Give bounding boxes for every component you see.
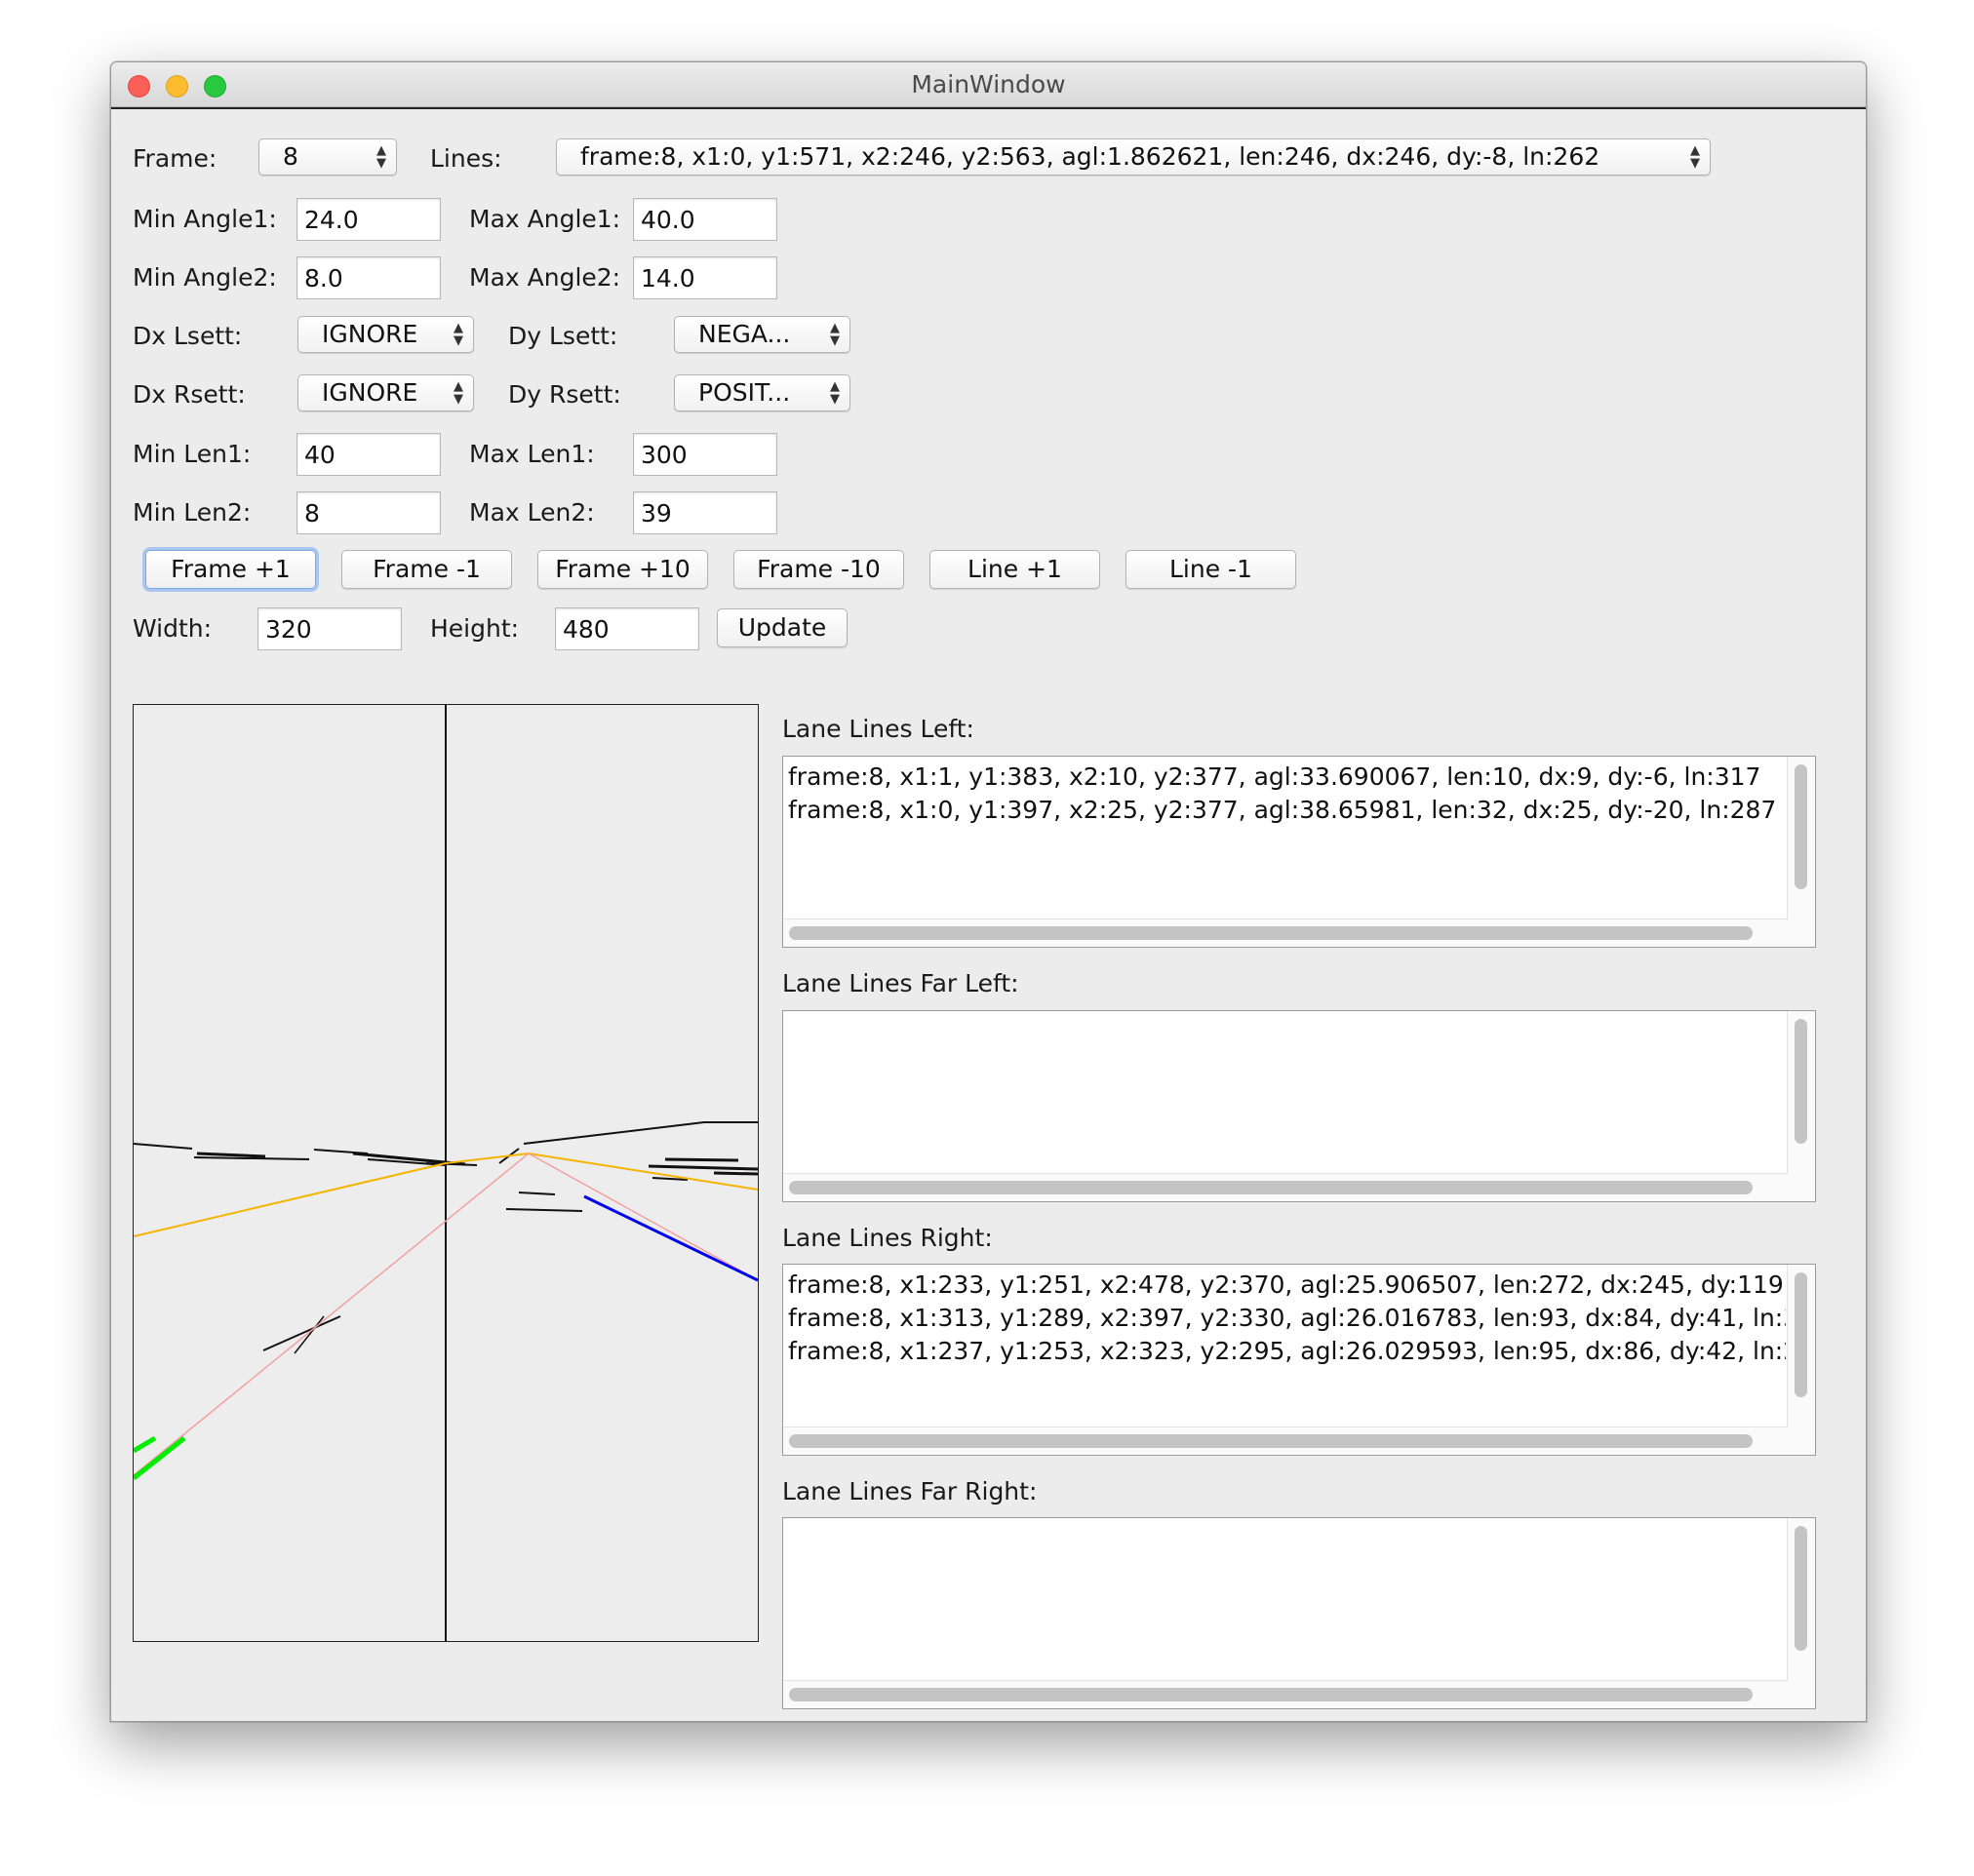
updown-arrows-icon: ▲ ▼ bbox=[376, 143, 386, 171]
dx-rsett-label: Dx Rsett: bbox=[133, 380, 246, 409]
segment bbox=[523, 1121, 705, 1145]
list-item: frame:8, x1:0, y1:397, x2:25, y2:377, ag… bbox=[788, 796, 1777, 824]
min-len1-label: Min Len1: bbox=[133, 440, 252, 468]
list-item: frame:8, x1:237, y1:253, x2:323, y2:295,… bbox=[788, 1337, 1786, 1365]
max-len1-label: Max Len1: bbox=[469, 440, 595, 468]
dx-lsett-select[interactable]: IGNORE ▲ ▼ bbox=[297, 316, 474, 353]
dx-lsett-label: Dx Lsett: bbox=[133, 322, 243, 350]
dx-lsett-value: IGNORE bbox=[322, 320, 418, 348]
frame-select[interactable]: 8 ▲ ▼ bbox=[258, 138, 397, 176]
dy-lsett-value: NEGA... bbox=[698, 320, 791, 348]
dy-rsett-select[interactable]: POSIT... ▲ ▼ bbox=[674, 374, 850, 411]
vertical-scrollbar[interactable] bbox=[1787, 1011, 1815, 1174]
lines-select-value: frame:8, x1:0, y1:571, x2:246, y2:563, a… bbox=[580, 142, 1600, 171]
horizontal-scrollbar[interactable] bbox=[783, 1427, 1788, 1455]
min-len2-input[interactable]: 8 bbox=[296, 491, 441, 534]
blue-lane-line bbox=[583, 1194, 758, 1282]
max-len2-label: Max Len2: bbox=[469, 498, 595, 527]
lines-label: Lines: bbox=[430, 144, 502, 173]
lane-lines-right-panel[interactable]: frame:8, x1:233, y1:251, x2:478, y2:370,… bbox=[782, 1264, 1816, 1456]
min-angle2-label: Min Angle2: bbox=[133, 263, 277, 292]
horizontal-scrollbar[interactable] bbox=[783, 1680, 1788, 1708]
title-bar: MainWindow bbox=[111, 62, 1866, 107]
height-label: Height: bbox=[430, 614, 520, 643]
frame-select-value: 8 bbox=[283, 142, 298, 171]
min-angle1-input[interactable]: 24.0 bbox=[296, 198, 441, 241]
list-item: frame:8, x1:233, y1:251, x2:478, y2:370,… bbox=[788, 1270, 1786, 1299]
vertical-scrollbar[interactable] bbox=[1787, 757, 1815, 919]
segment bbox=[134, 1143, 193, 1150]
update-button[interactable]: Update bbox=[717, 608, 848, 647]
min-len2-label: Min Len2: bbox=[133, 498, 252, 527]
lane-lines-far-right-panel[interactable] bbox=[782, 1517, 1816, 1709]
lane-lines-far-left-panel[interactable] bbox=[782, 1010, 1816, 1202]
segment bbox=[664, 1157, 739, 1162]
line-plus-1-button[interactable]: Line +1 bbox=[929, 550, 1100, 589]
width-input[interactable]: 320 bbox=[257, 607, 402, 650]
segment bbox=[196, 1152, 266, 1158]
lines-select[interactable]: frame:8, x1:0, y1:571, x2:246, y2:563, a… bbox=[556, 138, 1711, 176]
max-angle1-label: Max Angle1: bbox=[469, 205, 621, 233]
lane-lines-far-left-title: Lane Lines Far Left: bbox=[782, 969, 1019, 997]
green-segment bbox=[134, 1435, 157, 1454]
height-input[interactable]: 480 bbox=[555, 607, 699, 650]
dy-rsett-value: POSIT... bbox=[698, 378, 791, 407]
max-len2-input[interactable]: 39 bbox=[633, 491, 777, 534]
line-preview-canvas bbox=[133, 704, 759, 1642]
max-angle2-input[interactable]: 14.0 bbox=[633, 256, 777, 299]
horizontal-scrollbar[interactable] bbox=[783, 1173, 1788, 1201]
dy-lsett-label: Dy Lsett: bbox=[508, 322, 618, 350]
vertical-scrollbar[interactable] bbox=[1787, 1265, 1815, 1427]
frame-plus-10-button[interactable]: Frame +10 bbox=[537, 550, 708, 589]
content-area: Frame: 8 ▲ ▼ Lines: frame:8, x1:0, y1:571… bbox=[111, 107, 1866, 1721]
dx-rsett-value: IGNORE bbox=[322, 378, 418, 407]
line-minus-1-button[interactable]: Line -1 bbox=[1125, 550, 1296, 589]
updown-arrows-icon: ▲ ▼ bbox=[1690, 143, 1700, 171]
segment bbox=[262, 1315, 341, 1351]
frame-plus-1-button[interactable]: Frame +1 bbox=[145, 550, 316, 589]
segment bbox=[648, 1164, 758, 1171]
updown-arrows-icon: ▲ ▼ bbox=[830, 379, 840, 407]
lane-lines-right-title: Lane Lines Right: bbox=[782, 1224, 993, 1252]
max-angle2-label: Max Angle2: bbox=[469, 263, 621, 292]
min-angle1-label: Min Angle1: bbox=[133, 205, 277, 233]
segment bbox=[505, 1208, 583, 1212]
lane-lines-left-panel[interactable]: frame:8, x1:1, y1:383, x2:10, y2:377, ag… bbox=[782, 756, 1816, 948]
line-plot bbox=[134, 705, 758, 1641]
segment bbox=[193, 1156, 310, 1160]
frame-minus-10-button[interactable]: Frame -10 bbox=[733, 550, 904, 589]
horizontal-scrollbar[interactable] bbox=[783, 918, 1788, 947]
segment bbox=[518, 1192, 556, 1195]
dy-rsett-label: Dy Rsett: bbox=[508, 380, 621, 409]
list-item: frame:8, x1:313, y1:289, x2:397, y2:330,… bbox=[788, 1304, 1786, 1332]
max-angle1-input[interactable]: 40.0 bbox=[633, 198, 777, 241]
updown-arrows-icon: ▲ ▼ bbox=[454, 321, 463, 348]
min-len1-input[interactable]: 40 bbox=[296, 433, 441, 476]
segment bbox=[713, 1171, 758, 1176]
max-len1-input[interactable]: 300 bbox=[633, 433, 777, 476]
dy-lsett-select[interactable]: NEGA... ▲ ▼ bbox=[674, 316, 850, 353]
lane-lines-left-title: Lane Lines Left: bbox=[782, 715, 974, 743]
updown-arrows-icon: ▲ ▼ bbox=[454, 379, 463, 407]
window-title: MainWindow bbox=[911, 70, 1066, 98]
lane-lines-far-right-title: Lane Lines Far Right: bbox=[782, 1477, 1038, 1505]
green-lane-lines bbox=[134, 1435, 186, 1480]
min-angle2-input[interactable]: 8.0 bbox=[296, 256, 441, 299]
list-item: frame:8, x1:1, y1:383, x2:10, y2:377, ag… bbox=[788, 762, 1761, 791]
vertical-scrollbar[interactable] bbox=[1787, 1518, 1815, 1681]
main-window: MainWindow Frame: 8 ▲ ▼ Lines: frame:8, x… bbox=[110, 61, 1867, 1722]
frame-label: Frame: bbox=[133, 144, 217, 173]
width-label: Width: bbox=[133, 614, 213, 643]
dx-rsett-select[interactable]: IGNORE ▲ ▼ bbox=[297, 374, 474, 411]
frame-minus-1-button[interactable]: Frame -1 bbox=[341, 550, 512, 589]
updown-arrows-icon: ▲ ▼ bbox=[830, 321, 840, 348]
